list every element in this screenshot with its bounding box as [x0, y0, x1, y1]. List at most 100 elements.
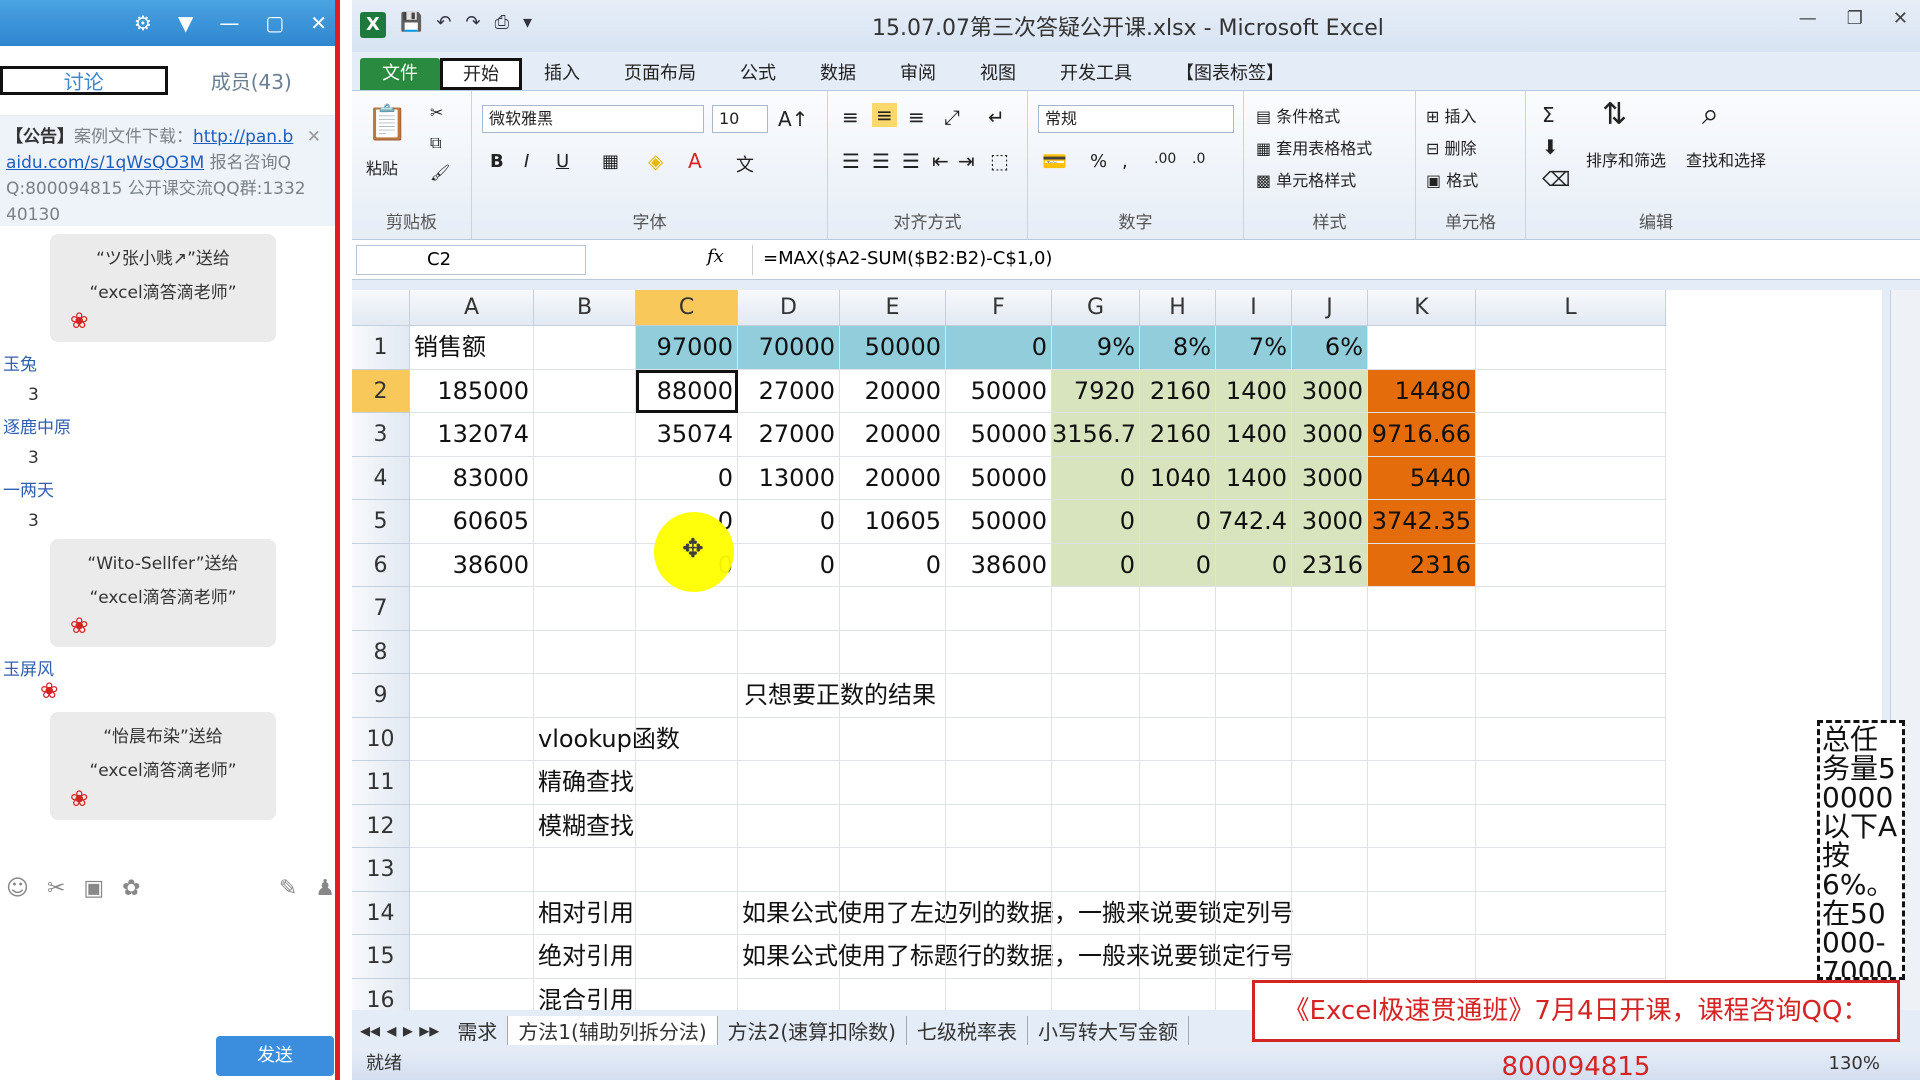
cell-g6[interactable]: 0	[1052, 543, 1140, 587]
row-header-15[interactable]: 15	[352, 935, 410, 979]
chat-username[interactable]: 玉屏风	[0, 647, 335, 680]
cell-j3[interactable]: 3000	[1292, 413, 1368, 457]
cell-e6[interactable]: 0	[840, 543, 946, 587]
close-icon[interactable]: ✕	[310, 11, 327, 35]
cell-b6[interactable]	[534, 543, 636, 587]
cell-f3[interactable]: 50000	[946, 413, 1052, 457]
cell-a13[interactable]	[410, 848, 534, 892]
save-icon[interactable]: 💾	[400, 12, 422, 38]
increase-indent-icon[interactable]: ⇥	[958, 149, 975, 173]
minimize-icon[interactable]: —	[1799, 8, 1817, 29]
cell-a9[interactable]	[410, 674, 534, 718]
tab-formulas[interactable]: 公式	[718, 58, 798, 90]
cell-c15[interactable]	[636, 935, 738, 979]
format-painter-icon[interactable]: 🖌	[430, 163, 450, 182]
cell-l15[interactable]	[1476, 935, 1666, 979]
tab-developer[interactable]: 开发工具	[1038, 58, 1154, 90]
insert-cells-button[interactable]: ⊞ 插入	[1426, 103, 1477, 127]
textbox-note[interactable]: 总任务量50000以下A按6%。在50000-70000之间A按7%	[1817, 720, 1905, 980]
cell-e15[interactable]	[840, 935, 946, 979]
cell-b13[interactable]	[534, 848, 636, 892]
cell-l6[interactable]	[1476, 543, 1666, 587]
send-button[interactable]: 发送	[216, 1036, 334, 1076]
cell-e12[interactable]	[840, 804, 946, 848]
tab-discussion[interactable]: 讨论	[0, 66, 168, 95]
cell-h1[interactable]: 8%	[1140, 326, 1216, 370]
flower-icon[interactable]: ✿	[122, 876, 140, 901]
cell-b10[interactable]: vlookup函数	[534, 717, 680, 761]
align-right-icon[interactable]: ☰	[902, 149, 920, 173]
column-header-b[interactable]: B	[534, 290, 636, 326]
row-header-16[interactable]: 16	[352, 978, 410, 1010]
tab-view[interactable]: 视图	[958, 58, 1038, 90]
redo-icon[interactable]: ↷	[466, 12, 481, 38]
column-header-g[interactable]: G	[1052, 290, 1140, 326]
cell-b2[interactable]	[534, 369, 636, 413]
align-center-icon[interactable]: ☰	[872, 149, 890, 173]
cell-b1[interactable]	[534, 326, 636, 370]
chat-username[interactable]: 逐鹿中原	[0, 405, 335, 438]
cell-k3[interactable]: 9716.66	[1368, 413, 1476, 457]
cell-e5[interactable]: 10605	[840, 500, 946, 544]
cell-g15[interactable]	[1052, 935, 1140, 979]
cell-a5[interactable]: 60605	[410, 500, 534, 544]
cell-c16[interactable]	[636, 978, 738, 1010]
fill-icon[interactable]: ⬇	[1542, 135, 1559, 159]
wrap-text-icon[interactable]: ↵	[988, 105, 1005, 129]
name-box[interactable]: C2	[356, 245, 586, 275]
cell-f6[interactable]: 38600	[946, 543, 1052, 587]
sheet-nav-icon[interactable]: ◂◂ ◂ ▸ ▸▸	[352, 1018, 447, 1042]
cell-e16[interactable]	[840, 978, 946, 1010]
cell-h6[interactable]: 0	[1140, 543, 1216, 587]
row-header-7[interactable]: 7	[352, 587, 410, 631]
print-preview-icon[interactable]: ⎙	[495, 12, 509, 38]
cell-g2[interactable]: 7920	[1052, 369, 1140, 413]
cell-j2[interactable]: 3000	[1292, 369, 1368, 413]
dropdown-icon[interactable]: ▼	[178, 11, 193, 35]
row-header-4[interactable]: 4	[352, 456, 410, 500]
cell-k13[interactable]	[1368, 848, 1476, 892]
cell-c4[interactable]: 0	[636, 456, 738, 500]
cell-d2[interactable]: 27000	[738, 369, 840, 413]
cell-b8[interactable]	[534, 630, 636, 674]
cell-d11[interactable]	[738, 761, 840, 805]
cell-i7[interactable]	[1216, 587, 1292, 631]
cell-d13[interactable]	[738, 848, 840, 892]
cell-k14[interactable]	[1368, 891, 1476, 935]
cell-d1[interactable]: 70000	[738, 326, 840, 370]
tab-chart-labels[interactable]: 【图表标签】	[1154, 58, 1306, 90]
cell-b3[interactable]	[534, 413, 636, 457]
cell-i10[interactable]	[1216, 717, 1292, 761]
cell-d4[interactable]: 13000	[738, 456, 840, 500]
binoculars-icon[interactable]: ⌕	[1702, 97, 1719, 132]
cell-j11[interactable]	[1292, 761, 1368, 805]
cell-g5[interactable]: 0	[1052, 500, 1140, 544]
undo-icon[interactable]: ↶	[436, 12, 451, 38]
row-header-13[interactable]: 13	[352, 848, 410, 892]
cell-d10[interactable]	[738, 717, 840, 761]
orientation-icon[interactable]: ⤢	[944, 105, 960, 129]
cell-h8[interactable]	[1140, 630, 1216, 674]
cell-f5[interactable]: 50000	[946, 500, 1052, 544]
cell-j15[interactable]	[1292, 935, 1368, 979]
cell-c8[interactable]	[636, 630, 738, 674]
cell-a4[interactable]: 83000	[410, 456, 534, 500]
cell-h16[interactable]	[1140, 978, 1216, 1010]
cell-b16[interactable]: 混合引用	[534, 978, 636, 1010]
formula-input[interactable]: =MAX($A2-SUM($B2:B2)-C$1,0)	[752, 245, 1912, 275]
sheet-tab[interactable]: 小写转大写金额	[1028, 1015, 1189, 1045]
clear-icon[interactable]: ⌫	[1542, 167, 1570, 191]
delete-cells-button[interactable]: ⊟ 删除	[1426, 135, 1477, 159]
cell-l5[interactable]	[1476, 500, 1666, 544]
cell-a3[interactable]: 132074	[410, 413, 534, 457]
cell-a7[interactable]	[410, 587, 534, 631]
font-size-select[interactable]: 10	[712, 105, 768, 133]
cell-c3[interactable]: 35074	[636, 413, 738, 457]
cell-k4[interactable]: 5440	[1368, 456, 1476, 500]
cell-f9[interactable]	[946, 674, 1052, 718]
row-header-10[interactable]: 10	[352, 717, 410, 761]
cell-h2[interactable]: 2160	[1140, 369, 1216, 413]
column-header-k[interactable]: K	[1368, 290, 1476, 326]
cell-f2[interactable]: 50000	[946, 369, 1052, 413]
row-header-5[interactable]: 5	[352, 500, 410, 544]
